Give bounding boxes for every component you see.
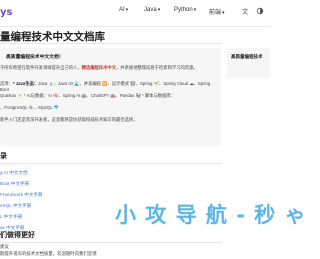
notice-line: 于所有希望在软件开发领域提升自己的人，精选编程技术中文，并系统地整理成易于检索和…: [0, 65, 216, 71]
section-title: 们做得更好: [0, 232, 35, 239]
highlight-text: 精选编程技术中文: [81, 65, 117, 70]
sidebar-card[interactable]: 高质量编程技术: [227, 48, 270, 78]
watermark: 小 攻 导 航 - 秒 ゃ: [115, 203, 307, 227]
top-navbar: ys AI▾ Java▾ Python▾ 前端▾ 文: [0, 0, 270, 27]
chevron-down-icon: ▾: [193, 7, 197, 13]
nav-item-python[interactable]: Python▾: [174, 7, 196, 13]
svg-text:文: 文: [242, 7, 249, 15]
nav-label: Python: [174, 7, 193, 13]
toc-link[interactable]: Framework 中文手册: [0, 189, 43, 200]
nav-label: Java: [144, 7, 157, 13]
toc-link[interactable]: eSQL 中文手册: [0, 200, 43, 211]
translate-icon[interactable]: 文: [242, 7, 250, 15]
text: 于所有希望在软件开发领域提升自己的人，: [0, 65, 82, 70]
toc-link[interactable]: L 中文手册: [0, 211, 43, 222]
notice-box: 高质量编程技术中文文档！ 于所有希望在软件开发领域提升自己的人，精选编程技术中文…: [0, 48, 221, 146]
divider: [0, 43, 222, 44]
toc-title: 录: [0, 153, 7, 160]
toc-link[interactable]: g AI 中文文档: [0, 167, 43, 178]
notice-heading: 高质量编程技术中文文档！: [6, 55, 64, 60]
nav-label: AI: [119, 7, 125, 13]
notice-line: 、PostgreSQL 🐘、MySQL 🐬: [0, 105, 60, 110]
notice-line: 新手入门还是资深开发者，这里都将是你获取权威技术知识的最佳选择。: [0, 117, 138, 122]
divider: [0, 163, 222, 164]
chevron-down-icon: ▾: [157, 7, 161, 13]
bottom-text: 建议: [0, 244, 9, 249]
notice-line: 选项：* Java生态：Java 🍵、Java IO 🌊、并发编程 🔀、设计模式…: [0, 81, 216, 92]
toc-link[interactable]: Boot 中文手册: [0, 178, 43, 189]
page-title: 量编程技术中文文档库: [0, 31, 105, 43]
nav-item-frontend[interactable]: 前端▾: [209, 7, 225, 16]
notice-line: Quarkus ⚡ * AI与数据：AI 🧠、Spring AI 🤖、ChatG…: [0, 93, 175, 98]
chevron-down-icon: ▾: [222, 10, 225, 16]
nav-label: 前端: [209, 10, 222, 16]
text: ，并系统地整理成易于检索和学习的资源。: [116, 65, 198, 70]
divider: [0, 242, 222, 243]
text: 选项：: [0, 81, 13, 86]
chevron-down-icon: ▾: [125, 7, 129, 13]
nav-item-ai[interactable]: AI▾: [119, 7, 128, 13]
sidebar-card-label: 高质量编程技术: [231, 54, 263, 59]
bold-text: * Java生态：: [12, 81, 39, 86]
nav-item-java[interactable]: Java▾: [144, 7, 160, 13]
theme-toggle-icon[interactable]: [256, 7, 264, 15]
bottom-text: 期提升现有的技术文档质量，欢迎随时向我们反馈: [0, 251, 97, 256]
toc-list: g AI 中文文档 Boot 中文手册 Framework 中文手册 eSQL …: [0, 167, 43, 233]
site-logo[interactable]: ys: [0, 7, 12, 18]
